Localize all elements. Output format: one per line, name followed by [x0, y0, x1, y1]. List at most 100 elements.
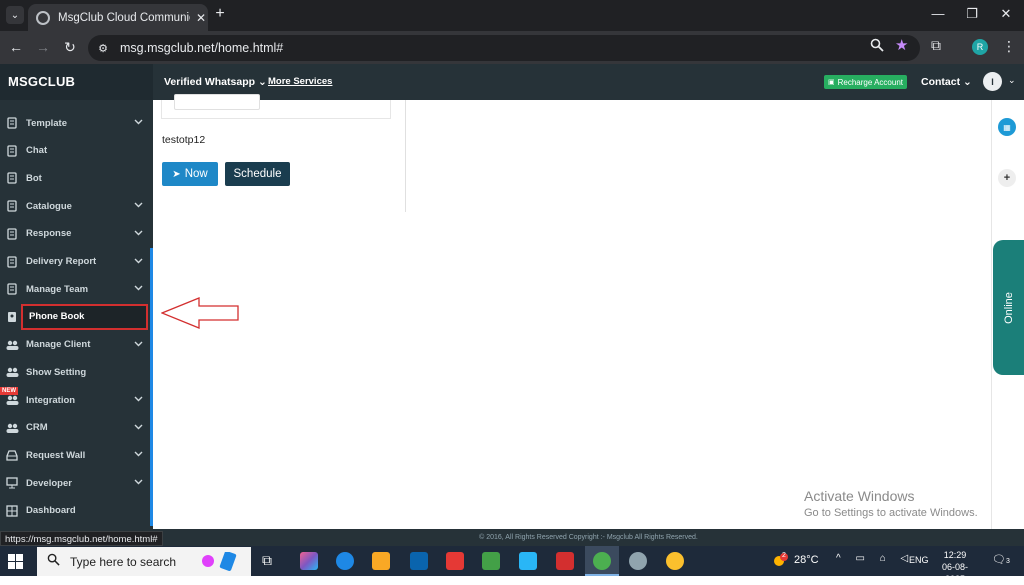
globe-icon [36, 10, 50, 25]
recharge-account-button[interactable]: ▣ Recharge Account [824, 75, 907, 89]
sidebar-item-manage-team[interactable]: Manage Team [0, 276, 150, 302]
tab-search-button[interactable]: ⌄ [6, 6, 24, 24]
back-button[interactable]: ← [7, 39, 25, 55]
profile-avatar[interactable]: R [972, 39, 988, 55]
forward-button[interactable]: → [34, 39, 52, 55]
site-settings-icon[interactable]: ⚙ [96, 42, 110, 55]
browser-toolbar: ← → ↻ ⚙ msg.msgclub.net/home.html# ★ ⧉ R… [0, 31, 1024, 64]
sidebar-item-template[interactable]: Template [0, 110, 150, 136]
document-icon [5, 171, 19, 185]
chevron-down-icon [134, 283, 143, 291]
sidebar-item-label: Request Wall [26, 449, 86, 461]
activate-windows-subtitle: Go to Settings to activate Windows. [804, 507, 978, 519]
document-icon [5, 227, 19, 241]
layers-icon[interactable] [519, 552, 537, 570]
app-header: MSGCLUB Verified Whatsapp ⌄ More Service… [0, 64, 1024, 100]
copilot-icon[interactable] [300, 552, 318, 570]
tab-title: MsgClub Cloud Communication [58, 11, 190, 24]
sidebar-item-phone-book[interactable]: Phone Book [8, 303, 148, 330]
sidebar-item-crm[interactable]: CRM [0, 415, 150, 441]
chevron-down-icon [134, 228, 143, 236]
minimize-button[interactable]: — [928, 6, 948, 21]
sidebar-item-label: Manage Team [26, 283, 89, 295]
anydesk-icon[interactable] [556, 552, 574, 570]
template-name: testotp12 [162, 134, 206, 146]
address-bar[interactable]: ⚙ msg.msgclub.net/home.html# [88, 35, 920, 61]
task-view-icon[interactable]: ⧉ [262, 552, 280, 570]
sidebar-item-label: Phone Book [29, 311, 85, 323]
sidebar-item-label: Dashboard [26, 505, 76, 517]
sidebar-item-label: Integration [26, 394, 76, 406]
activate-windows-title: Activate Windows [804, 488, 915, 504]
system-tray-icons[interactable]: ^ ▭ ⌂ ◁ [836, 553, 914, 564]
online-status-tab[interactable]: Online [993, 240, 1024, 375]
widget-icon[interactable]: ▦ [998, 118, 1016, 136]
main-content: testotp12 ➤ Now Schedule Activate Window… [153, 94, 991, 529]
window-close-button[interactable]: ✕ [996, 6, 1016, 22]
sidebar-item-delivery-report[interactable]: Delivery Report [0, 249, 150, 275]
notifications-icon[interactable]: 🗨3 [992, 553, 1010, 566]
notes-icon[interactable] [482, 552, 500, 570]
sidebar-item-label: Show Setting [26, 366, 87, 378]
bookmark-star-icon[interactable]: ★ [895, 36, 908, 54]
zoom-icon[interactable] [870, 38, 884, 57]
browser-menu-icon[interactable]: ⋮ [1002, 38, 1016, 55]
send-now-label: Now [184, 168, 208, 180]
sidebar-item-bot[interactable]: Bot [0, 165, 150, 191]
online-label: Online [1002, 291, 1015, 324]
more-services-link[interactable]: More Services [268, 76, 332, 87]
sidebar-item-manage-client[interactable]: Manage Client [0, 332, 150, 358]
card-action-button[interactable] [174, 94, 260, 110]
sidebar-item-request-wall[interactable]: Request Wall [0, 442, 150, 468]
sidebar-item-label: Template [26, 117, 68, 129]
chrome-icon[interactable] [593, 552, 611, 570]
chevron-down-icon: ⌄ [257, 76, 267, 88]
tab-close-icon[interactable]: ✕ [196, 11, 206, 25]
sidebar-item-dashboard[interactable]: Dashboard [0, 498, 150, 524]
language-indicator[interactable]: ENG [909, 555, 929, 565]
user-avatar[interactable]: I [983, 72, 1002, 91]
logo[interactable]: MSGCLUB [8, 74, 75, 89]
chevron-down-icon[interactable]: ⌄ [1008, 75, 1016, 86]
extensions-icon[interactable]: ⧉ [931, 37, 941, 54]
sidebar-item-show-setting[interactable]: Show Setting [0, 359, 150, 385]
sidebar-item-label: Response [26, 228, 72, 240]
outlook-icon[interactable] [410, 552, 428, 570]
sidebar-item-chat[interactable]: Chat [0, 138, 150, 164]
document-icon [5, 144, 19, 158]
contact-label: Contact [921, 76, 961, 88]
windows-start-icon[interactable] [8, 554, 23, 574]
browser-tab[interactable]: MsgClub Cloud Communication ✕ [28, 4, 208, 31]
send-now-button[interactable]: ➤ Now [162, 162, 218, 186]
reload-button[interactable]: ↻ [61, 39, 79, 56]
monitor-icon [5, 476, 19, 490]
contact-menu[interactable]: Contact ⌄ [921, 76, 972, 88]
chrome-profile-icon[interactable] [666, 552, 684, 570]
chevron-down-icon: ⌄ [963, 76, 972, 88]
sidebar-item-catalogue[interactable]: Catalogue [0, 193, 150, 219]
sidebar-item-response[interactable]: Response [0, 221, 150, 247]
sidebar-item-integration[interactable]: Integration [0, 387, 150, 413]
verified-whatsapp-menu[interactable]: Verified Whatsapp ⌄ [164, 76, 267, 88]
edge-icon[interactable] [336, 552, 354, 570]
sidebar-item-developer[interactable]: Developer [0, 470, 150, 496]
file-explorer-icon[interactable] [372, 552, 390, 570]
document-icon [5, 282, 19, 296]
wps-icon[interactable] [446, 552, 464, 570]
phonebook-icon [6, 311, 18, 326]
copilot-pen-icon[interactable] [200, 551, 237, 571]
chevron-down-icon [134, 117, 143, 125]
add-icon[interactable]: + [998, 169, 1016, 187]
schedule-button[interactable]: Schedule [225, 162, 290, 186]
chevron-down-icon [134, 339, 143, 347]
search-placeholder: Type here to search [70, 554, 177, 569]
restore-button[interactable]: ❐ [962, 6, 982, 22]
clock[interactable]: 12:29 06-08-2025 [934, 549, 976, 585]
paint-icon[interactable] [629, 552, 647, 570]
weather-widget[interactable]: 2 28°C [772, 552, 819, 567]
verified-whatsapp-label: Verified Whatsapp [164, 76, 256, 88]
new-tab-button[interactable]: + [212, 5, 228, 23]
arrow-annotation-icon [161, 297, 239, 329]
document-icon [5, 116, 19, 130]
users-icon [5, 365, 19, 379]
